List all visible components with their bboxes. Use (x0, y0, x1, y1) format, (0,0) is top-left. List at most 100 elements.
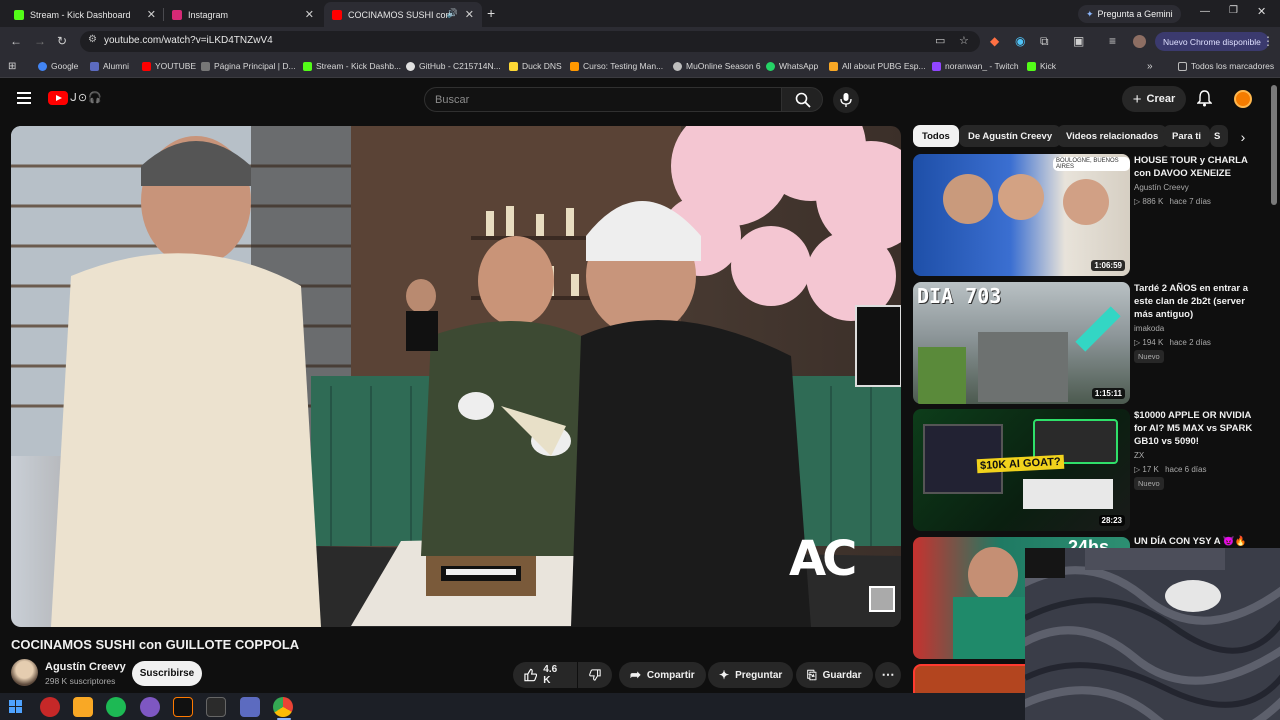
profile-avatar[interactable] (1133, 35, 1146, 48)
apps-grid-icon[interactable]: ⊞ (8, 61, 16, 72)
gemini-button[interactable]: ✦ Pregunta a Gemini (1078, 5, 1181, 23)
all-bookmarks[interactable]: Todos los marcadores (1178, 61, 1274, 71)
recommendation-channel[interactable]: imakoda (1134, 324, 1164, 333)
search-input[interactable]: Buscar (424, 87, 782, 112)
close-window-icon[interactable]: ✕ (1257, 5, 1266, 18)
recommendation-title[interactable]: $10000 APPLE OR NVIDIA for AI? M5 MAX vs… (1134, 409, 1262, 448)
browser-tab-instagram[interactable]: Instagram ✕ (164, 2, 322, 27)
app-icon-purple[interactable] (140, 697, 160, 717)
bookmark-label: All about PUBG Esp... (842, 61, 926, 71)
account-avatar[interactable] (1234, 90, 1252, 108)
video-frame (11, 126, 901, 627)
extension-icon[interactable]: ◉ (1015, 34, 1025, 48)
view-count: 194 K (1142, 338, 1164, 347)
chip-more[interactable]: S (1210, 125, 1228, 147)
recommendation-title[interactable]: Tardé 2 AÑOS en entrar a este clan de 2b… (1134, 282, 1262, 321)
share-button[interactable]: ➦ Compartir (619, 662, 706, 688)
menu-dots-icon[interactable]: ⋮ (1262, 34, 1274, 48)
browser-tab-youtube[interactable]: COCINAMOS SUSHI con GU 🔊 ✕ (324, 2, 482, 27)
channel-avatar[interactable] (11, 659, 38, 686)
bookmark-curso-testing[interactable]: Curso: Testing Man... (570, 61, 663, 71)
recommendation-thumbnail[interactable]: BOULOGNE, BUENOS AIRES 1:06:59 (913, 154, 1130, 276)
doodle-logo-icon[interactable]: ᒍ⊙🎧 (70, 91, 103, 104)
close-tab-icon[interactable]: ✕ (147, 8, 156, 21)
search-button[interactable] (781, 87, 823, 112)
bookmark-pagina-principal[interactable]: Página Principal | D... (201, 61, 296, 71)
channel-name[interactable]: Agustín Creevy (45, 661, 126, 673)
new-tab-icon[interactable]: + (487, 5, 495, 21)
site-info-icon[interactable]: ⚙ (88, 34, 97, 45)
bookmark-kick-dashboard[interactable]: Stream - Kick Dashb... (303, 61, 401, 71)
recommendation-thumbnail[interactable]: DIA 703 1:15:11 (913, 282, 1130, 404)
recommendation-channel[interactable]: ZX (1134, 451, 1144, 460)
video-player[interactable]: AC (11, 126, 901, 627)
view-count: 17 K (1142, 465, 1159, 474)
kick-icon (303, 61, 312, 71)
chevron-right-icon[interactable]: › (1232, 126, 1254, 148)
notifications-bell-icon[interactable] (1196, 90, 1213, 112)
app-icon-blue[interactable] (240, 697, 260, 717)
more-bookmarks-icon[interactable]: » (1147, 61, 1153, 72)
hamburger-menu-icon[interactable] (17, 92, 31, 104)
maximize-icon[interactable]: ❐ (1229, 5, 1238, 16)
bookmark-whatsapp[interactable]: WhatsApp (766, 61, 818, 71)
ask-button[interactable]: ✦ Preguntar (708, 662, 794, 688)
url-text[interactable]: youtube.com/watch?v=iLKD4TNZwV4 (104, 35, 273, 46)
bookmark-duckdns[interactable]: Duck DNS (509, 61, 562, 71)
minimize-icon[interactable]: — (1200, 6, 1210, 17)
bookmark-alumni[interactable]: Alumni (90, 61, 129, 71)
views-icon: ▷ (1134, 197, 1141, 206)
alumni-icon (90, 61, 99, 71)
thumbnail-label: BOULOGNE, BUENOS AIRES (1053, 157, 1130, 171)
page-scrollbar[interactable] (1271, 85, 1277, 205)
bookmark-label: Alumni (103, 61, 129, 71)
dislike-button[interactable] (578, 662, 612, 688)
app-icon-active[interactable] (173, 697, 193, 717)
spotify-icon[interactable] (106, 697, 126, 717)
audio-icon[interactable]: 🔊 (447, 8, 458, 19)
chrome-icon[interactable] (273, 697, 293, 717)
chip-de-agustin-creevy[interactable]: De Agustín Creevy (959, 125, 1062, 147)
create-button[interactable]: + Crear (1122, 86, 1186, 112)
like-button[interactable]: 4.6 K (513, 662, 577, 688)
save-button[interactable]: ⎘ Guardar (796, 662, 873, 688)
voice-search-button[interactable] (833, 87, 859, 113)
chip-videos-relacionados[interactable]: Videos relacionados (1057, 125, 1168, 147)
chip-para-ti[interactable]: Para ti (1163, 125, 1211, 147)
windows-start-icon[interactable] (6, 697, 26, 717)
browser-tab-kick[interactable]: Stream - Kick Dashboard ✕ (6, 2, 164, 27)
forward-icon[interactable]: → (34, 34, 46, 48)
back-icon[interactable]: ← (10, 34, 22, 48)
app-icon-red[interactable] (40, 697, 60, 717)
bookmark-youtube[interactable]: YOUTUBE (142, 61, 196, 71)
media-control-icon[interactable]: ≡ (1109, 34, 1116, 48)
terminal-icon[interactable] (206, 697, 226, 717)
github-icon (406, 61, 415, 71)
cast-icon[interactable]: ▭ (935, 34, 945, 47)
recommendation-channel[interactable]: Agustín Creevy (1134, 183, 1189, 192)
more-actions-button[interactable]: ⋯ (875, 662, 901, 688)
bookmark-star-icon[interactable]: ☆ (959, 34, 969, 47)
recommendation-title[interactable]: HOUSE TOUR y CHARLA con DAVOO XENEIZE (1134, 154, 1262, 180)
address-bar[interactable]: ⚙ youtube.com/watch?v=iLKD4TNZwV4 ▭ ☆ (80, 31, 980, 52)
bookmark-pubg[interactable]: All about PUBG Esp... (829, 61, 926, 71)
tab-search-icon[interactable]: ▣ (1073, 34, 1084, 48)
close-tab-icon[interactable]: ✕ (465, 8, 474, 21)
recommendation-thumbnail[interactable]: $10K AI GOAT? 28:23 (913, 409, 1130, 531)
chip-todos[interactable]: Todos (913, 125, 959, 147)
bookmark-google[interactable]: Google (38, 61, 78, 71)
youtube-logo[interactable] (48, 91, 68, 105)
app-icon-league[interactable] (73, 697, 93, 717)
gemini-icon: ✦ (1086, 8, 1094, 19)
bookmark-github[interactable]: GitHub - C215714N... (406, 61, 501, 71)
bookmark-twitch[interactable]: noranwan_ - Twitch (932, 61, 1019, 71)
close-tab-icon[interactable]: ✕ (305, 8, 314, 21)
extensions-puzzle-icon[interactable]: ⧉ (1040, 34, 1049, 49)
bookmark-kick[interactable]: Kick (1027, 61, 1056, 71)
bookmark-label: Kick (1040, 61, 1057, 71)
subscribe-button[interactable]: Suscribirse (132, 661, 202, 686)
chrome-update-button[interactable]: Nuevo Chrome disponible (1155, 32, 1269, 51)
bookmark-muonline[interactable]: MuOnline Season 6 (673, 61, 761, 71)
extension-icon[interactable]: ◆ (990, 34, 999, 48)
reload-icon[interactable]: ↻ (57, 34, 67, 48)
